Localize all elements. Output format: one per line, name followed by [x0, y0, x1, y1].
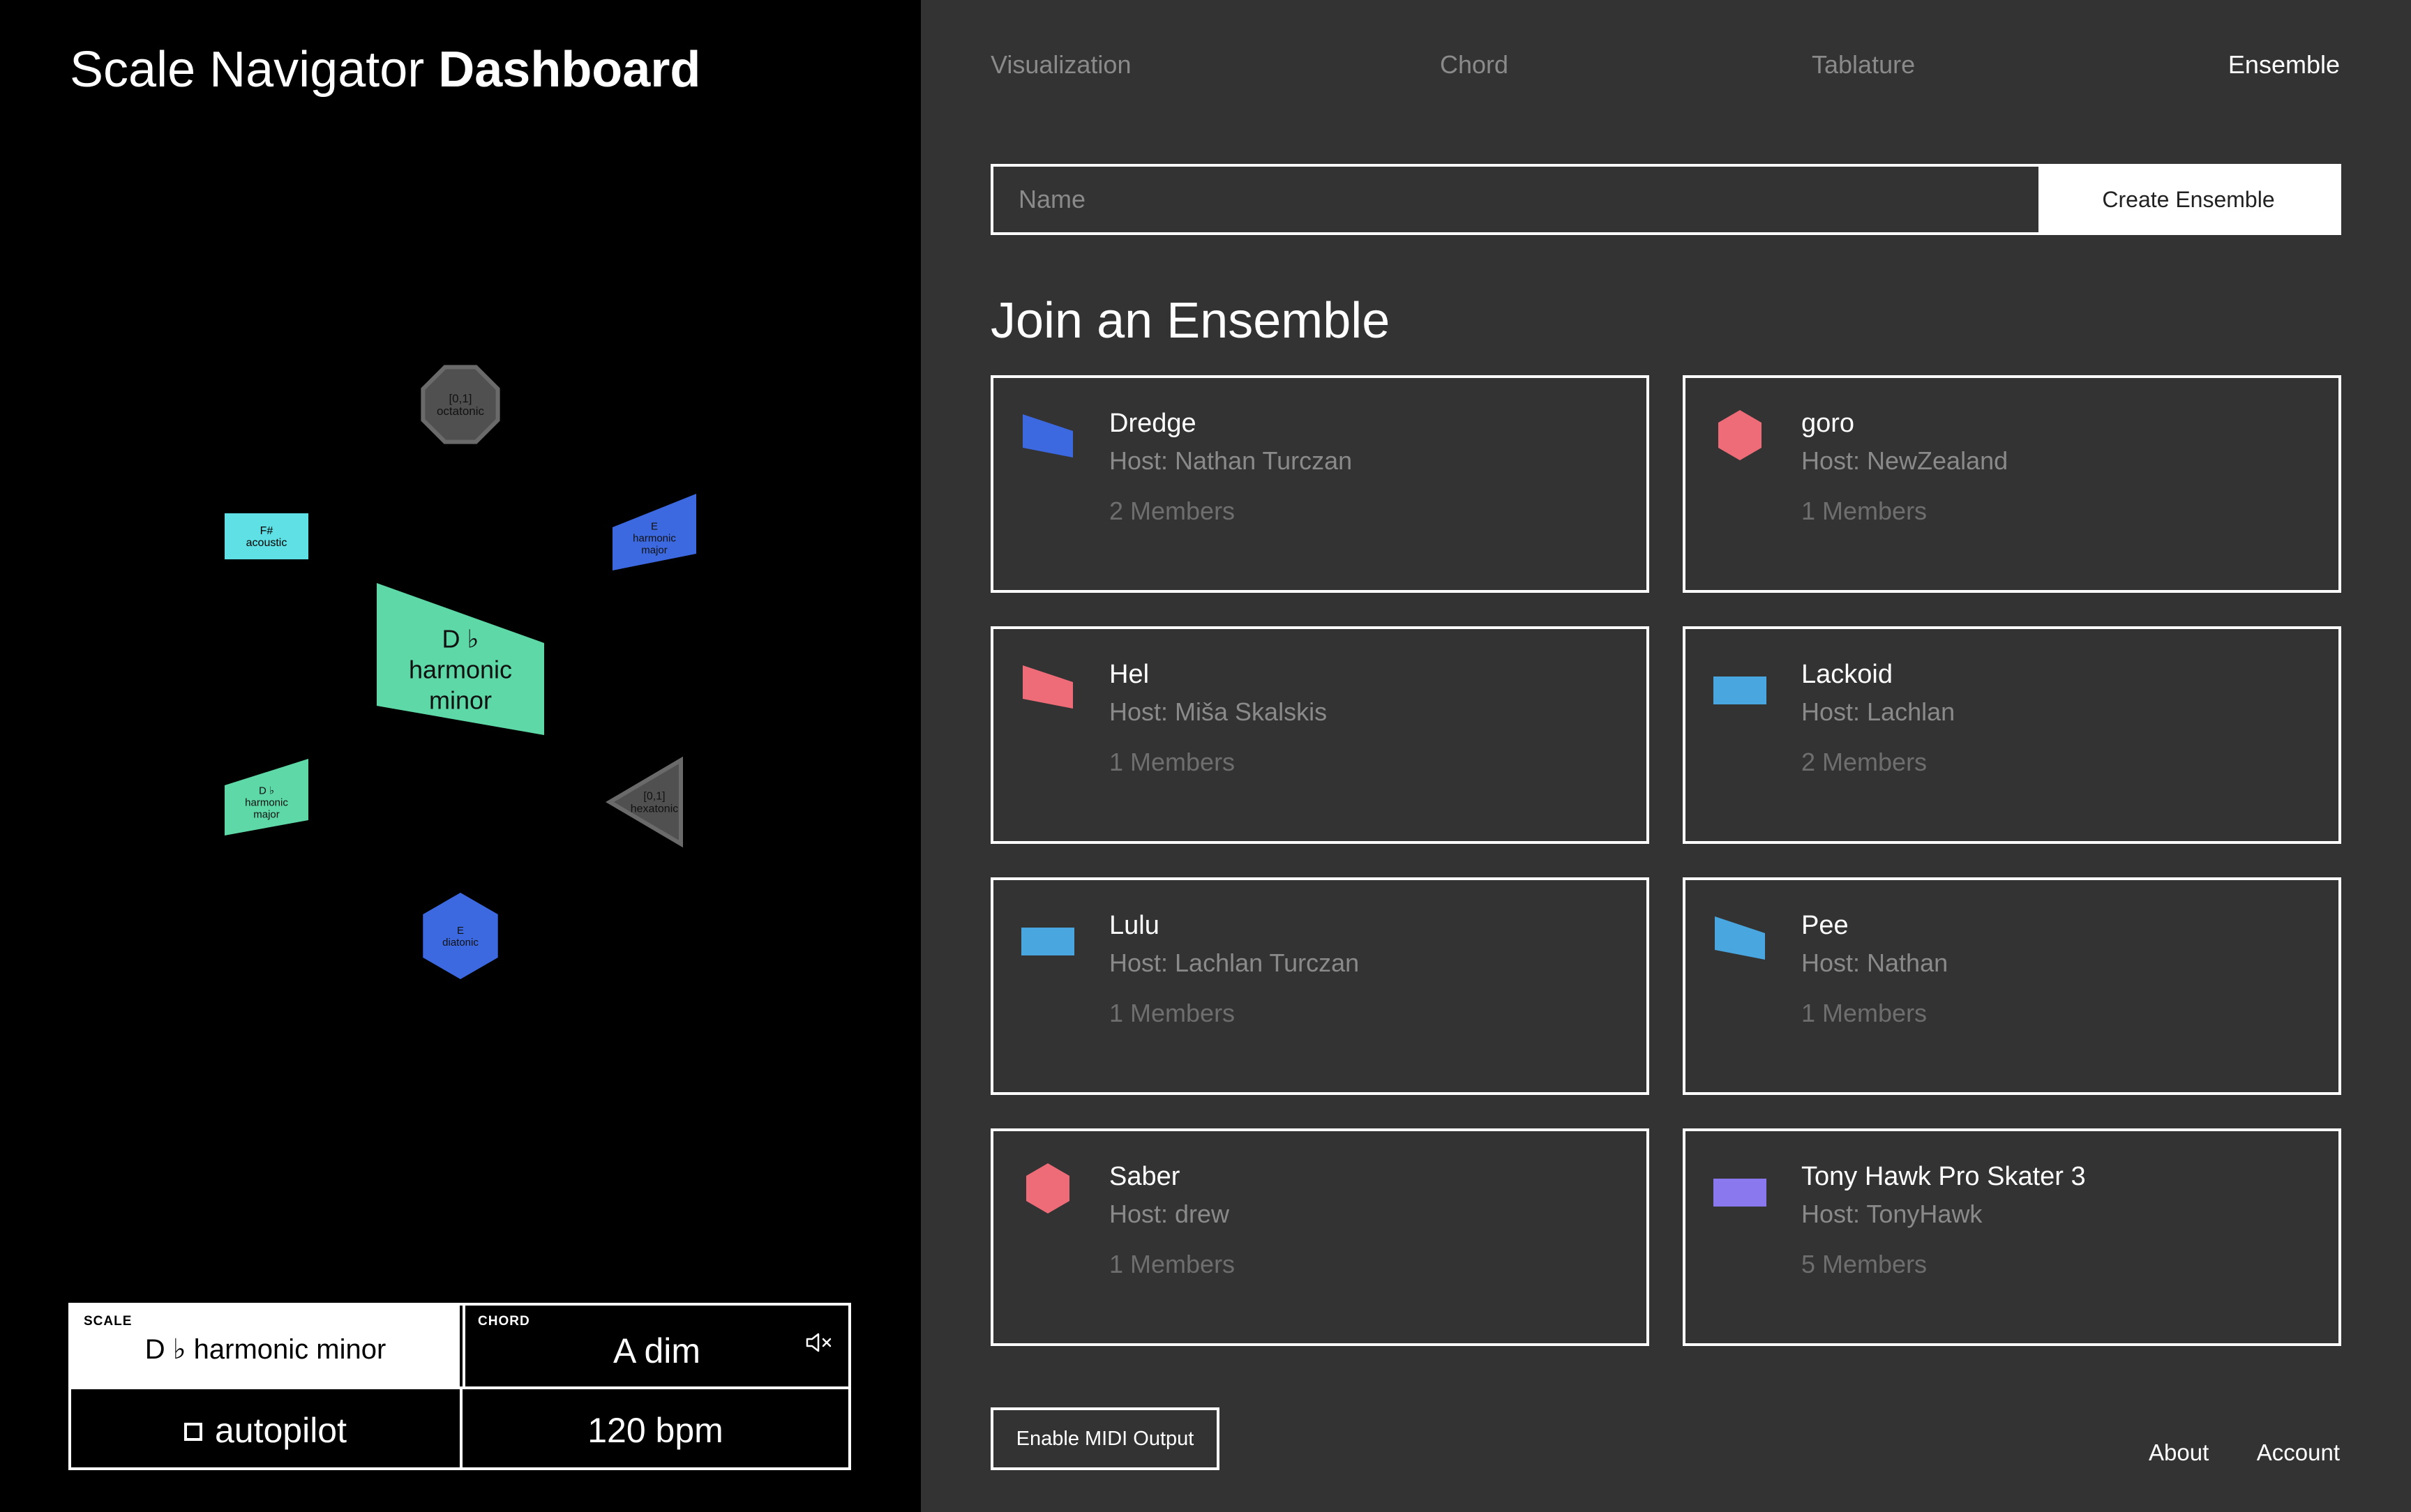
scale-node-label: E	[457, 925, 464, 937]
scale-node-label: minor	[429, 686, 492, 715]
scale-node-label: acoustic	[246, 537, 287, 549]
ensemble-members: 1 Members	[1801, 497, 1928, 525]
ensemble-card[interactable]: Saber Host: drew 1 Members	[991, 1128, 1649, 1346]
ensemble-name: Pee	[1801, 911, 1849, 940]
bpm-cell[interactable]: 120 bpm	[460, 1386, 848, 1467]
ensemble-card[interactable]: Lackoid Host: Lachlan 2 Members	[1683, 626, 2341, 844]
ensemble-card[interactable]: Lulu Host: Lachlan Turczan 1 Members	[991, 877, 1649, 1095]
chord-cell[interactable]: CHORD A dim	[463, 1306, 848, 1386]
ensemble-card[interactable]: Dredge Host: Nathan Turczan 2 Members	[991, 375, 1649, 593]
ensemble-name-input[interactable]	[993, 167, 2038, 232]
scale-node-label: diatonic	[442, 937, 479, 948]
ensemble-list: Dredge Host: Nathan Turczan 2 Members goro H…	[991, 375, 2341, 1346]
ensemble-members: 2 Members	[1109, 497, 1235, 525]
tab-visualization[interactable]: Visualization	[991, 50, 1131, 80]
rectangle-icon	[1713, 660, 1766, 716]
ensemble-host: Host: Lachlan Turczan	[1109, 948, 1360, 977]
scale-node-lower-left[interactable]: D ♭harmonicmajor	[225, 759, 308, 836]
slanted-quad-icon	[1713, 911, 1766, 967]
bpm-value: 120 bpm	[587, 1411, 723, 1450]
ensemble-members: 1 Members	[1801, 999, 1928, 1027]
chord-tag: CHORD	[478, 1314, 530, 1329]
ensemble-host: Host: drew	[1109, 1200, 1230, 1228]
ensemble-host: Host: NewZealand	[1801, 446, 2008, 475]
ensemble-name: Tony Hawk Pro Skater 3	[1801, 1162, 2086, 1191]
scale-node-label: hexatonic	[631, 803, 679, 815]
scale-value: D ♭ harmonic minor	[144, 1334, 386, 1365]
speaker-muted-icon[interactable]	[805, 1332, 833, 1353]
tab-tablature[interactable]: Tablature	[1812, 50, 1915, 80]
scale-node-label: octatonic	[437, 405, 485, 418]
ensemble-name: Hel	[1109, 660, 1150, 689]
slanted-quad-icon	[1021, 660, 1074, 716]
scale-node-label: D ♭	[442, 625, 479, 653]
ensemble-host: Host: TonyHawk	[1801, 1200, 1983, 1228]
about-link[interactable]: About	[2149, 1439, 2209, 1466]
scale-node-top[interactable]: [0,1]octatonic	[421, 365, 500, 444]
ensemble-name: goro	[1801, 409, 1855, 438]
scale-node-upper-left[interactable]: F#acoustic	[225, 513, 308, 559]
ensemble-panel: Visualization Chord Tablature Ensemble C…	[921, 0, 2411, 1512]
ensemble-card[interactable]: Pee Host: Nathan 1 Members	[1683, 877, 2341, 1095]
rectangle-icon	[1713, 1162, 1766, 1218]
scale-tag: SCALE	[84, 1314, 133, 1329]
ensemble-card[interactable]: goro Host: NewZealand 1 Members	[1683, 375, 2341, 593]
create-ensemble-button[interactable]: Create Ensemble	[2038, 167, 2338, 232]
ensemble-members: 1 Members	[1109, 999, 1235, 1027]
ensemble-name: Saber	[1109, 1162, 1180, 1191]
scale-graph[interactable]: D ♭harmonicminor[0,1]octatonicF#acoustic…	[0, 0, 921, 1046]
ensemble-name: Dredge	[1109, 409, 1196, 438]
scale-node-label: harmonic	[409, 656, 512, 684]
ensemble-card[interactable]: Tony Hawk Pro Skater 3 Host: TonyHawk 5 Me…	[1683, 1128, 2341, 1346]
scale-node-label: D ♭	[259, 785, 274, 796]
scale-navigator-panel: Scale Navigator Dashboard D ♭ harmonic min…	[0, 0, 921, 1512]
scale-node-label: major	[253, 808, 280, 820]
scale-cell[interactable]: SCALE D ♭ harmonic minor	[71, 1306, 460, 1386]
autopilot-label: autopilot	[214, 1411, 347, 1450]
scale-node-label: [0,1]	[643, 791, 665, 803]
scale-node-label: E	[651, 520, 658, 532]
chord-value: A dim	[613, 1331, 701, 1370]
ensemble-name: Lulu	[1109, 911, 1159, 940]
ensemble-members: 1 Members	[1109, 1250, 1235, 1278]
slanted-quad-icon	[1021, 409, 1074, 465]
scale-node-label: F#	[260, 525, 273, 537]
ensemble-host: Host: Nathan Turczan	[1109, 446, 1353, 475]
ensemble-name: Lackoid	[1801, 660, 1893, 689]
autopilot-toggle[interactable]: autopilot	[71, 1386, 460, 1467]
scale-node-label: harmonic	[245, 796, 288, 808]
hexagon-icon	[1713, 409, 1766, 465]
tab-bar: Visualization Chord Tablature Ensemble	[921, 50, 2411, 89]
ensemble-members: 5 Members	[1801, 1250, 1928, 1278]
scale-node-label: major	[641, 544, 668, 556]
ensemble-members: 1 Members	[1109, 748, 1235, 776]
tab-ensemble[interactable]: Ensemble	[2228, 50, 2340, 80]
scale-node-label: [0,1]	[449, 392, 472, 405]
scale-node-label: harmonic	[633, 532, 676, 544]
scale-node-upper-right[interactable]: Eharmonicmajor	[613, 494, 696, 570]
scale-node-bottom[interactable]: Ediatonic	[423, 893, 498, 979]
ensemble-host: Host: Lachlan	[1801, 697, 1955, 726]
hexagon-icon	[1021, 1162, 1074, 1218]
status-grid: SCALE D ♭ harmonic minor CHORD A dim aut…	[68, 1303, 851, 1470]
scale-node-lower-right[interactable]: [0,1]hexatonic	[606, 756, 683, 848]
tab-chord[interactable]: Chord	[1440, 50, 1508, 80]
rectangle-icon	[1021, 911, 1074, 967]
ensemble-host: Host: Nathan	[1801, 948, 1948, 977]
join-heading: Join an Ensemble	[991, 293, 1390, 349]
create-ensemble-form: Create Ensemble	[991, 164, 2341, 235]
ensemble-card[interactable]: Hel Host: Miša Skalskis 1 Members	[991, 626, 1649, 844]
checkbox-icon[interactable]	[183, 1423, 202, 1441]
scale-node-center[interactable]: D ♭ harmonicminor	[377, 583, 544, 735]
account-link[interactable]: Account	[2257, 1439, 2340, 1466]
enable-midi-button[interactable]: Enable MIDI Output	[991, 1407, 1219, 1470]
ensemble-members: 2 Members	[1801, 748, 1928, 776]
ensemble-host: Host: Miša Skalskis	[1109, 697, 1328, 726]
